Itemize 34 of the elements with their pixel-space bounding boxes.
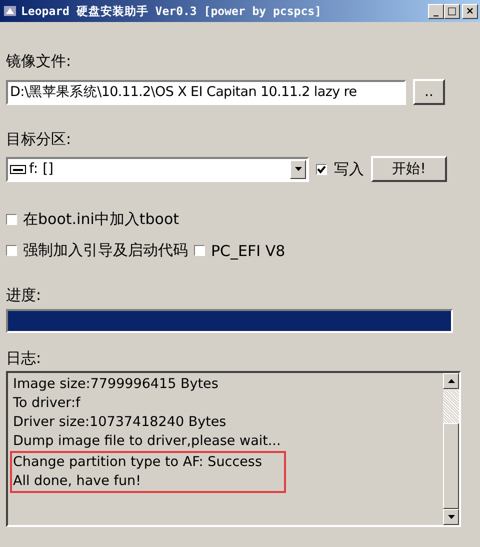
log-label: 日志: [6,349,42,368]
partition-dropdown[interactable]: f: [] [6,156,309,182]
browse-button[interactable]: .. [413,79,445,105]
up-arrow-icon [448,379,454,383]
log-line: Image size:7799996415 Bytes [13,375,220,394]
window-control-button[interactable]: _ [428,4,444,18]
target-partition-label: 目标分区: [6,130,72,149]
option-checkbox[interactable] [194,245,205,256]
scroll-thumb[interactable] [443,423,459,509]
log-line: Dump image file to driver,please wait... [13,432,282,451]
scroll-up-button[interactable] [443,373,459,389]
window-control-button[interactable]: □ [444,4,460,18]
image-path-field[interactable]: D:\黑苹果系统\10.11.2\OS X EI Capitan 10.11.2 lazy re [6,80,406,104]
write-label: 写入 [334,160,364,178]
option-checkbox[interactable] [6,214,17,225]
app-icon [3,4,17,18]
log-line: Change partition type to AF: Success [13,453,263,472]
down-arrow-icon [448,515,454,519]
option-label: 在boot.ini中加入tboot [23,210,180,229]
start-button[interactable]: 开始! [371,156,447,182]
image-file-label: 镜像文件: [6,52,72,71]
write-checkbox[interactable] [316,164,327,174]
option-checkbox[interactable] [6,245,17,256]
window-title: Leopard 硬盘安装助手 Ver0.3 [power by pcspcs] [21,4,322,18]
log-line: All done, have fun! [13,472,142,491]
option-label: 强制加入引导及启动代码 [23,241,188,260]
log-line: Driver size:10737418240 Bytes [13,413,228,432]
window-control-button[interactable]: × [462,4,478,18]
option-label: PC_EFI V8 [211,242,286,260]
drive-icon [10,164,26,174]
log-line: To driver:f [13,394,82,413]
scroll-down-button[interactable] [443,509,459,525]
scrollbar[interactable] [443,373,459,525]
progress-label: 进度: [6,286,42,305]
